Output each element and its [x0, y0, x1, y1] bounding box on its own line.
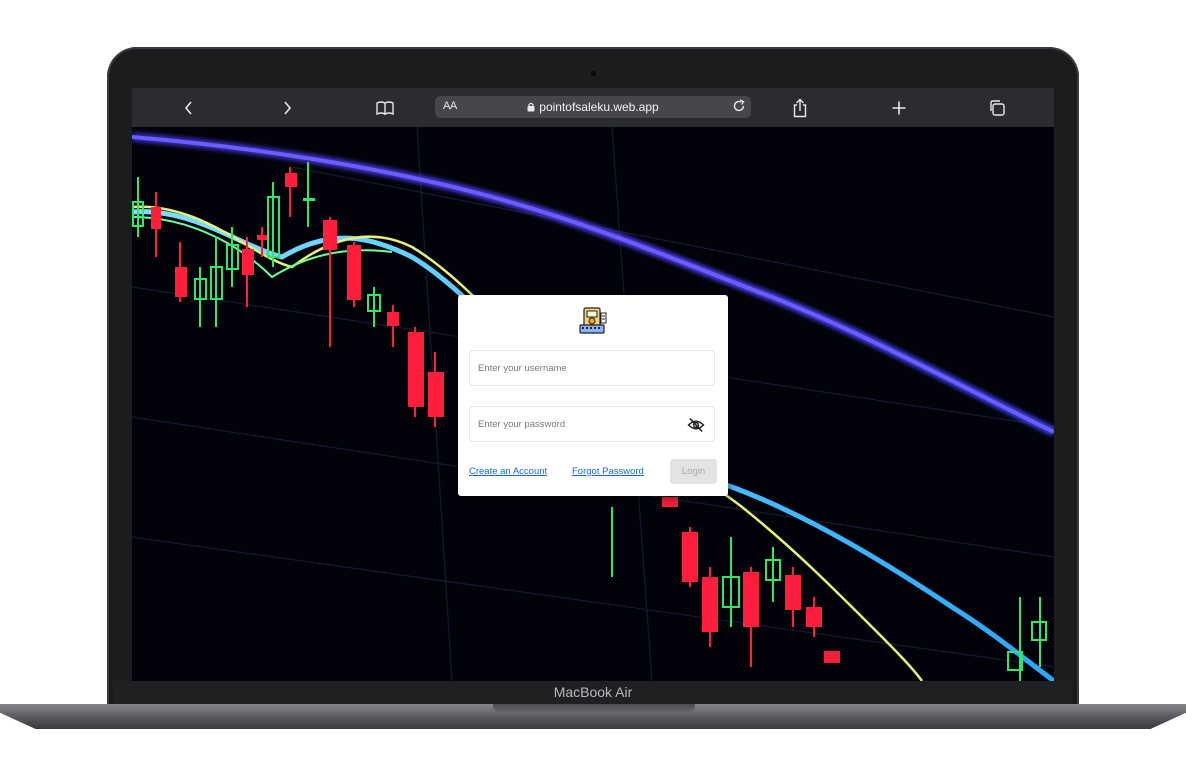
bookmarks-button[interactable]: [372, 95, 398, 121]
password-placeholder: Enter your password: [478, 419, 566, 430]
plus-icon: [892, 101, 906, 115]
new-tab-button[interactable]: [886, 95, 912, 121]
camera-icon: [590, 70, 597, 77]
screen: AA pointofsaleku.web.app Enter your user…: [132, 88, 1054, 681]
laptop-notch: [493, 704, 695, 713]
username-input[interactable]: Enter your username: [469, 350, 715, 386]
lock-icon: [527, 102, 535, 112]
bezel-bottom: MacBook Air: [113, 681, 1073, 705]
chevron-right-icon: [284, 101, 292, 115]
cash-register-logo-icon: [579, 307, 607, 334]
login-button[interactable]: Login: [670, 459, 717, 484]
share-button[interactable]: [787, 95, 813, 121]
eye-off-icon[interactable]: [687, 417, 705, 433]
url-display: pointofsaleku.web.app: [435, 100, 751, 114]
create-account-link[interactable]: Create an Account: [469, 466, 547, 477]
book-icon: [376, 101, 394, 116]
reload-icon[interactable]: [732, 99, 746, 113]
chevron-left-icon: [184, 101, 192, 115]
login-card: Enter your username Enter your password …: [458, 295, 728, 496]
address-bar[interactable]: AA pointofsaleku.web.app: [435, 96, 751, 118]
forward-button[interactable]: [274, 95, 300, 121]
back-button[interactable]: [176, 95, 202, 121]
password-input[interactable]: Enter your password: [469, 406, 715, 442]
browser-toolbar: AA pointofsaleku.web.app: [132, 88, 1054, 128]
share-icon: [793, 98, 807, 118]
forgot-password-link[interactable]: Forgot Password: [572, 466, 644, 477]
url-text: pointofsaleku.web.app: [539, 100, 659, 114]
tabs-icon: [990, 100, 1005, 116]
username-placeholder: Enter your username: [478, 363, 567, 374]
model-label: MacBook Air: [553, 684, 633, 700]
tabs-button[interactable]: [984, 95, 1010, 121]
